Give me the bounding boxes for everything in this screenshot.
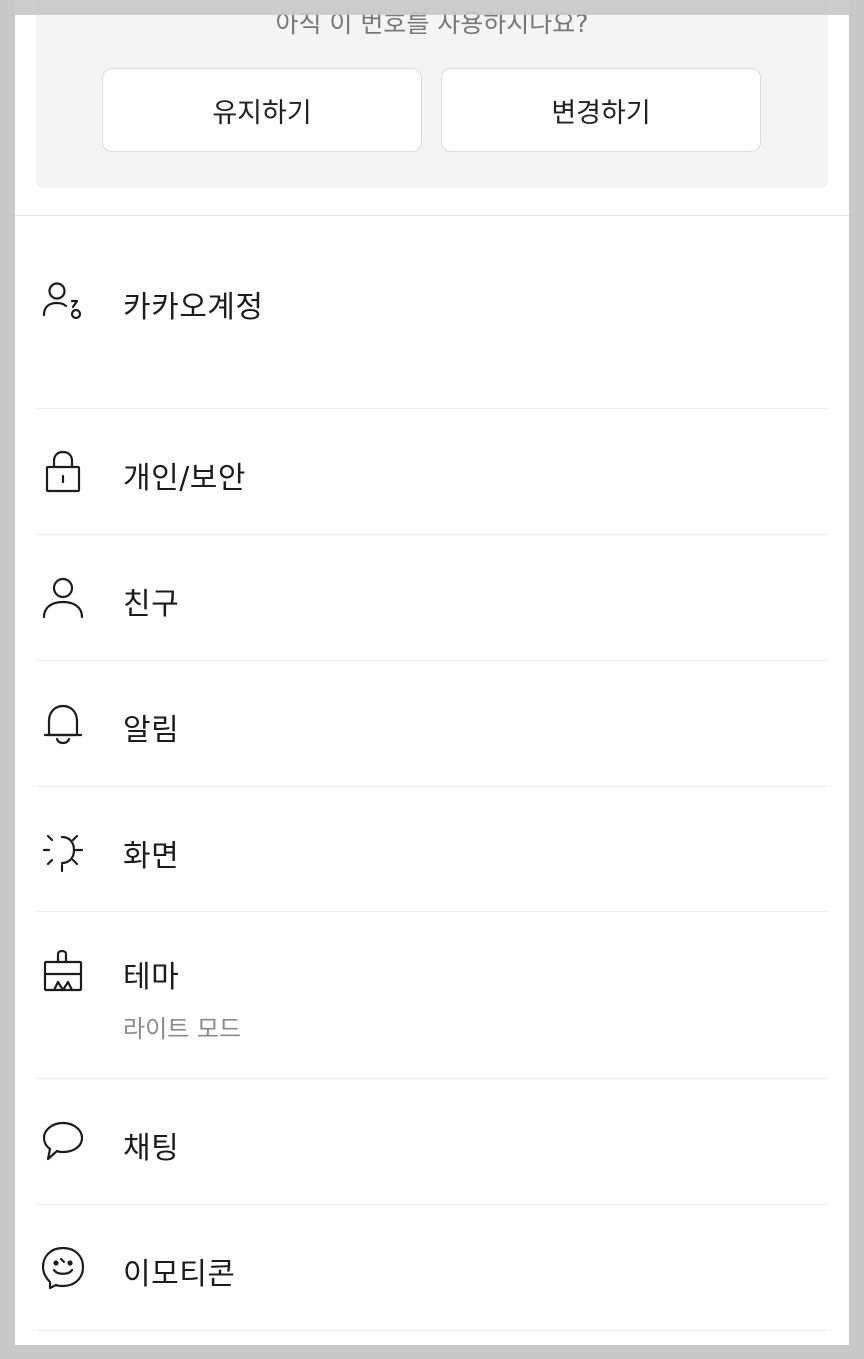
menu-item-display[interactable]: 화면	[36, 787, 828, 912]
menu-item-label: 알림	[123, 713, 180, 748]
smiley-icon	[40, 1245, 86, 1291]
menu-item-label: 채팅	[123, 1131, 180, 1166]
user-key-icon	[40, 279, 86, 325]
menu-item-theme[interactable]: 테마 라이트 모드	[36, 912, 828, 1079]
brightness-icon	[40, 827, 86, 873]
status-overlay-strip	[0, 0, 864, 15]
menu-item-label: 개인/보안	[123, 461, 247, 496]
settings-screen: 아직 이 번호를 사용하시나요? 유지하기 변경하기 카카오계정 개인/보안 친…	[15, 0, 849, 1345]
frame-edge-right	[849, 0, 864, 1359]
keep-button[interactable]: 유지하기	[102, 68, 422, 152]
menu-item-privacy-security[interactable]: 개인/보안	[36, 409, 828, 535]
menu-item-kakao-account[interactable]: 카카오계정	[36, 216, 828, 409]
menu-item-emoticons[interactable]: 이모티콘	[36, 1205, 828, 1331]
menu-item-label: 이모티콘	[123, 1257, 236, 1292]
chat-bubble-icon	[40, 1119, 86, 1165]
menu-item-chat[interactable]: 채팅	[36, 1079, 828, 1205]
lock-icon	[40, 449, 86, 495]
person-icon	[40, 575, 86, 621]
paint-brush-icon	[40, 948, 86, 994]
number-confirm-banner: 아직 이 번호를 사용하시나요? 유지하기 변경하기	[36, 0, 828, 188]
theme-mode-value: 라이트 모드	[123, 1015, 242, 1043]
menu-item-notifications[interactable]: 알림	[36, 661, 828, 787]
change-button[interactable]: 변경하기	[441, 68, 761, 152]
menu-item-label: 화면	[123, 839, 180, 874]
frame-edge-bottom	[0, 1345, 864, 1359]
menu-item-label: 친구	[123, 587, 180, 622]
bell-icon	[40, 701, 86, 747]
menu-item-label: 카카오계정	[123, 290, 264, 325]
menu-item-label: 테마	[123, 960, 180, 995]
menu-item-friends[interactable]: 친구	[36, 535, 828, 661]
